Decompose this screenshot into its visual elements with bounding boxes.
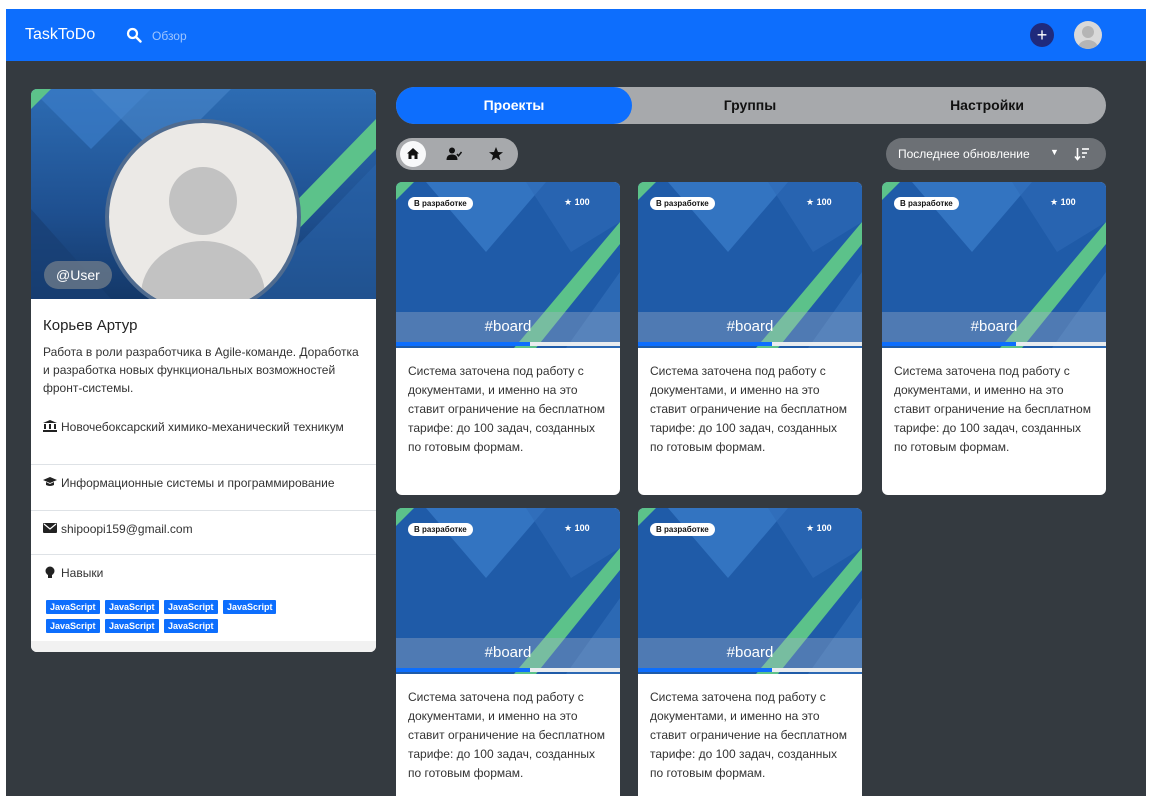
chevron-down-icon: ▼ xyxy=(1050,147,1059,157)
plus-icon: + xyxy=(1036,25,1048,45)
star-icon: ★ xyxy=(564,523,575,533)
progress-fill xyxy=(638,342,773,346)
status-badge: В разработке xyxy=(408,523,473,536)
search-link[interactable]: Обзор xyxy=(152,29,187,43)
user-avatar-icon[interactable] xyxy=(1074,21,1102,49)
star-icon: ★ xyxy=(806,523,817,533)
card-header: В разработке ★ 100 #board xyxy=(638,182,862,348)
sort-label: Последнее обновление xyxy=(898,147,1030,161)
progress-bar xyxy=(882,342,1106,346)
progress-fill xyxy=(882,342,1017,346)
profile-name: Корьев Артур xyxy=(43,317,138,334)
tab-groups[interactable]: Группы xyxy=(632,87,868,124)
star-count: ★ 100 xyxy=(1050,197,1076,208)
filter-group xyxy=(396,138,518,170)
skills-row: Навыки xyxy=(31,554,376,590)
skill-badge: JavaScript xyxy=(46,600,100,614)
progress-bar xyxy=(638,342,862,346)
skill-badge: JavaScript xyxy=(163,600,218,614)
section-tabs: Проекты Группы Настройки xyxy=(396,87,1106,124)
progress-fill xyxy=(396,342,531,346)
card-description: Система заточена под работу с документам… xyxy=(650,690,847,780)
skill-badge: JavaScript xyxy=(104,619,159,633)
sort-descending-icon[interactable] xyxy=(1074,146,1090,162)
brand-logo[interactable]: TaskToDo xyxy=(25,26,95,44)
institution-text: Новочебоксарский химико-механический тех… xyxy=(61,420,344,434)
search-icon[interactable] xyxy=(126,27,142,43)
profile-bio: Работа в роли разработчика в Agile-коман… xyxy=(43,345,359,395)
star-icon[interactable] xyxy=(488,146,504,162)
email-text[interactable]: shipoopi159@gmail.com xyxy=(61,522,193,536)
project-card[interactable]: В разработке ★ 100 #board Система заточе… xyxy=(638,182,862,495)
status-badge: В разработке xyxy=(894,197,959,210)
skill-badge: JavaScript xyxy=(222,600,277,614)
skill-badge: JavaScript xyxy=(46,619,100,633)
username-badge: @User xyxy=(44,261,112,289)
filter-home-button[interactable] xyxy=(400,141,426,167)
specialty-text: Информационные системы и программировани… xyxy=(61,476,335,490)
board-tag: #board xyxy=(638,638,862,668)
board-tag: #board xyxy=(396,312,620,342)
star-count: ★ 100 xyxy=(806,197,832,208)
star-count-value: 100 xyxy=(574,197,590,207)
card-description: Система заточена под работу с документам… xyxy=(650,364,847,454)
lightbulb-icon xyxy=(45,566,55,578)
progress-bar xyxy=(638,668,862,672)
star-count-value: 100 xyxy=(816,523,832,533)
university-icon xyxy=(43,420,57,432)
star-icon: ★ xyxy=(564,197,575,207)
project-card[interactable]: В разработке ★ 100 #board Система заточе… xyxy=(638,508,862,796)
institution-row: Новочебоксарский химико-механический тех… xyxy=(31,419,376,436)
star-count: ★ 100 xyxy=(806,523,832,534)
star-count-value: 100 xyxy=(816,197,832,207)
star-icon: ★ xyxy=(806,197,817,207)
board-tag: #board xyxy=(882,312,1106,342)
star-icon: ★ xyxy=(1050,197,1061,207)
sort-dropdown[interactable]: Последнее обновление ▼ xyxy=(886,138,1106,170)
profile-footer xyxy=(31,641,376,652)
card-description: Система заточена под работу с документам… xyxy=(894,364,1091,454)
top-navbar: TaskToDo Обзор + xyxy=(6,9,1146,61)
card-header: В разработке ★ 100 #board xyxy=(396,182,620,348)
progress-bar xyxy=(396,342,620,346)
graduation-cap-icon xyxy=(43,477,57,486)
specialty-row: Информационные системы и программировани… xyxy=(31,464,376,510)
avatar-silhouette-large xyxy=(141,167,265,299)
skills-label: Навыки xyxy=(61,566,104,580)
skills-list: JavaScript JavaScript JavaScript JavaScr… xyxy=(46,597,366,635)
status-badge: В разработке xyxy=(650,523,715,536)
email-row: shipoopi159@gmail.com xyxy=(31,510,376,554)
add-button[interactable]: + xyxy=(1030,23,1054,47)
project-card[interactable]: В разработке ★ 100 #board Система заточе… xyxy=(396,182,620,495)
board-tag: #board xyxy=(638,312,862,342)
profile-card: @User Корьев Артур Работа в роли разрабо… xyxy=(31,89,376,652)
user-check-icon[interactable] xyxy=(446,146,462,162)
star-count-value: 100 xyxy=(574,523,590,533)
project-card[interactable]: В разработке ★ 100 #board Система заточе… xyxy=(396,508,620,796)
skill-badge: JavaScript xyxy=(104,600,159,614)
progress-fill xyxy=(396,668,531,672)
progress-fill xyxy=(638,668,773,672)
envelope-icon xyxy=(43,523,57,533)
card-header: В разработке ★ 100 #board xyxy=(882,182,1106,348)
star-count: ★ 100 xyxy=(564,197,590,208)
project-card[interactable]: В разработке ★ 100 #board Система заточе… xyxy=(882,182,1106,495)
card-description: Система заточена под работу с документам… xyxy=(408,690,605,780)
progress-bar xyxy=(396,668,620,672)
card-header: В разработке ★ 100 #board xyxy=(396,508,620,674)
card-header: В разработке ★ 100 #board xyxy=(638,508,862,674)
status-badge: В разработке xyxy=(650,197,715,210)
home-icon xyxy=(407,148,419,159)
star-count-value: 100 xyxy=(1060,197,1076,207)
skill-badge: JavaScript xyxy=(163,619,218,633)
tab-settings[interactable]: Настройки xyxy=(868,87,1106,124)
card-description: Система заточена под работу с документам… xyxy=(408,364,605,454)
status-badge: В разработке xyxy=(408,197,473,210)
star-count: ★ 100 xyxy=(564,523,590,534)
tab-projects[interactable]: Проекты xyxy=(396,87,632,124)
profile-cover: @User xyxy=(31,89,376,299)
avatar-silhouette xyxy=(1078,26,1098,49)
board-tag: #board xyxy=(396,638,620,668)
app-screen: TaskToDo Обзор + @User Корьев Артур Рабо… xyxy=(6,9,1146,796)
